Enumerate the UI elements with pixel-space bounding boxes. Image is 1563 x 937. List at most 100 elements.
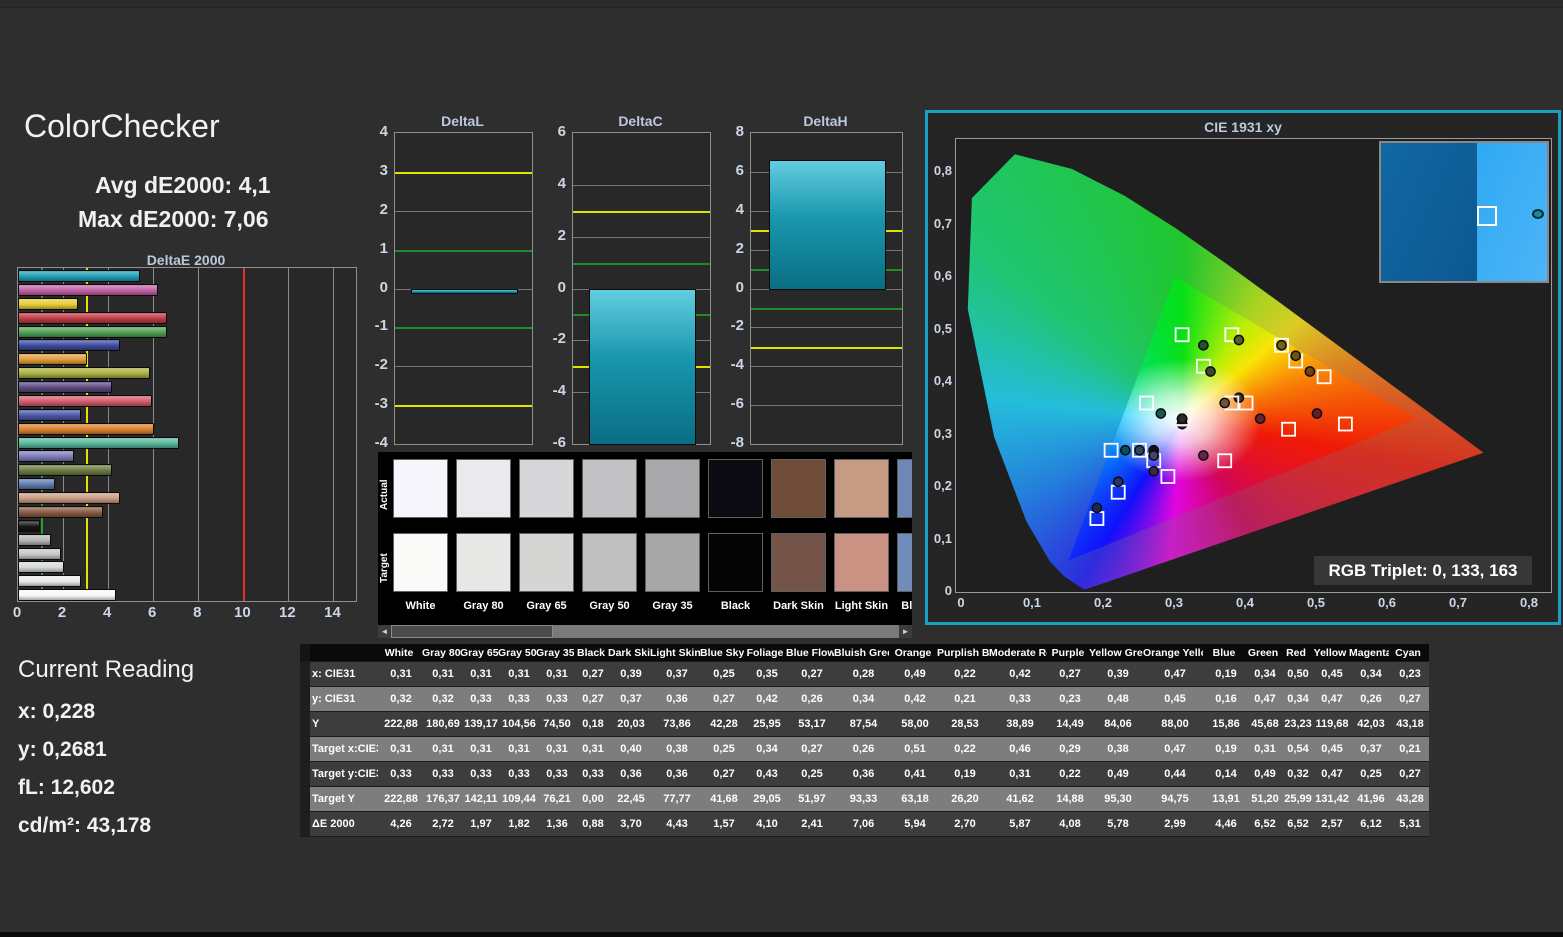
deltae-bar-green [18,325,167,338]
measurement-table[interactable]: White Gray 80 Gray 65 Gray 50 Gray 35 Black Da… [300,644,1429,837]
reading-fL: fL: 12,602 [18,776,115,799]
target-patch-light-skin[interactable] [834,533,889,592]
cell: 104,56 [502,718,536,730]
actual-patch-light-skin[interactable] [834,459,889,518]
actual-patch-dark-skin[interactable] [771,459,826,518]
deltal-chart[interactable] [394,132,533,445]
scrollbar-thumb[interactable] [391,625,553,638]
cell: 0,25 [713,743,735,755]
deltal-bar [411,288,518,294]
deltae-chart[interactable] [17,267,357,602]
target-square-red [1337,416,1353,432]
mini-y-tick: 4 [379,123,388,140]
deltae-bar-magenta [18,283,158,296]
cell: 5,94 [904,818,926,830]
gridline-v [198,268,200,601]
target-patch-white[interactable] [393,533,448,592]
actual-patch-gray-50[interactable] [582,459,637,518]
cie-1931-panel[interactable]: CIE 1931 xy RGB Triplet: 0, 133, 163 0,8… [925,110,1561,625]
cell: 0,33 [470,693,492,705]
deltah-chart[interactable] [750,132,903,445]
actual-patch-blue-sky[interactable] [897,459,912,518]
mini-chart-title: DeltaC [618,113,663,129]
table-row-1[interactable]: x: CIE31 0,31 0,31 0,31 0,31 0,31 0,27 0,39 0,37… [300,662,1429,687]
measured-dot-light-skin [1219,397,1231,409]
mini-y-tick: 1 [379,239,388,257]
table-row-4[interactable]: Target x:CIE31 0,31 0,31 0,31 0,31 0,31 0,31 0,… [300,737,1429,762]
cell: 0,38 [666,743,688,755]
cie-x-tick: 0 [957,595,965,610]
table-row-2[interactable]: y: CIE31 0,32 0,32 0,33 0,33 0,33 0,27 0,37 0,36… [300,687,1429,712]
mini-y-tick: 2 [735,239,744,257]
target-patch-blue-sky[interactable] [897,533,912,592]
cell: 2,72 [432,818,454,830]
scrollbar-right-arrow-icon[interactable]: ► [899,625,912,638]
cell: 5,87 [1009,818,1031,830]
cell: 95,30 [1104,793,1132,805]
cell: 25,99 [1284,793,1312,805]
cell: 0,47 [1164,668,1186,680]
ref-line-yellow [573,210,710,213]
deltae-bar-blue-sky [18,478,56,491]
cell: 0,54 [1287,743,1309,755]
cell: 0,34 [1360,668,1382,680]
preview-target-square-icon [1477,206,1498,227]
cell: 25,95 [753,718,781,730]
deltae-bar-red [18,311,167,324]
mini-y-tick: 0 [379,278,388,296]
cell: 0,46 [1009,743,1031,755]
mini-y-tick: 4 [557,174,566,192]
gridline-h [573,236,710,238]
deltac-chart[interactable] [572,132,711,446]
actual-patch-gray-80[interactable] [456,459,511,518]
avg-de2000-value: Avg dE2000: 4,1 [95,172,271,198]
cell: 0,37 [620,693,642,705]
target-patch-dark-skin[interactable] [771,533,826,592]
table-row-5[interactable]: Target y:CIE31 0,33 0,33 0,33 0,33 0,33 0,33 0,… [300,762,1429,787]
cell: 0,00 [582,793,604,805]
swatch-scrollbar[interactable]: ◄ ► [378,625,912,638]
mini-y-tick: 0 [557,278,566,296]
col-header-red: Red [1286,646,1306,659]
cell: 0,27 [713,768,735,780]
cell: 0,27 [582,693,604,705]
cell: 4,26 [390,818,412,830]
cell: 0,33 [508,693,530,705]
target-square-moderate-red [1281,421,1297,437]
cell: 0,31 [432,668,454,680]
cell: 0,49 [1107,768,1129,780]
actual-patch-black[interactable] [708,459,763,518]
target-patch-gray-35[interactable] [645,533,700,592]
cell: 176,37 [426,793,460,805]
target-patch-gray-50[interactable] [582,533,637,592]
target-square-blue [1089,511,1105,526]
cell: 41,68 [710,793,738,805]
scrollbar-left-arrow-icon[interactable]: ◄ [378,625,391,638]
target-patch-gray-80[interactable] [456,533,511,592]
target-patch-gray-65[interactable] [519,533,574,592]
table-row-6[interactable]: Target Y 222,88 176,37 142,11 109,44 76,21 0,0… [300,787,1429,812]
ref-line-yellow [751,346,902,349]
cell: 26,20 [951,793,979,805]
swatch-strip[interactable]: Actual Target White Gray 80 Gray 65 Gray 50 Gr… [378,452,912,625]
cell: 0,31 [432,743,454,755]
cell: 0,19 [1215,668,1237,680]
swatch-row-label-actual: Actual [379,479,390,510]
cell: 0,19 [1215,743,1237,755]
actual-patch-gray-35[interactable] [645,459,700,518]
col-header-purple: Purple [1051,646,1085,659]
preview-left-half [1381,143,1478,281]
cell: 42,28 [710,718,738,730]
row-handle [300,737,310,761]
actual-patch-white[interactable] [393,459,448,518]
cell: 23,23 [1284,718,1312,730]
table-row-3[interactable]: Y 222,88 180,69 139,17 104,56 74,50 0,18 20,03 7… [300,712,1429,737]
cell: 131,42 [1315,793,1349,805]
measured-dot-blue [1091,502,1103,514]
table-row-7[interactable]: ΔE 2000 4,26 2,72 1,97 1,82 1,36 0,88 3,70 4,43 1… [300,812,1429,837]
cell: 20,03 [617,718,645,730]
cell: 0,33 [508,768,530,780]
measured-dot-yellow-green [1233,334,1245,346]
target-patch-black[interactable] [708,533,763,592]
actual-patch-gray-65[interactable] [519,459,574,518]
